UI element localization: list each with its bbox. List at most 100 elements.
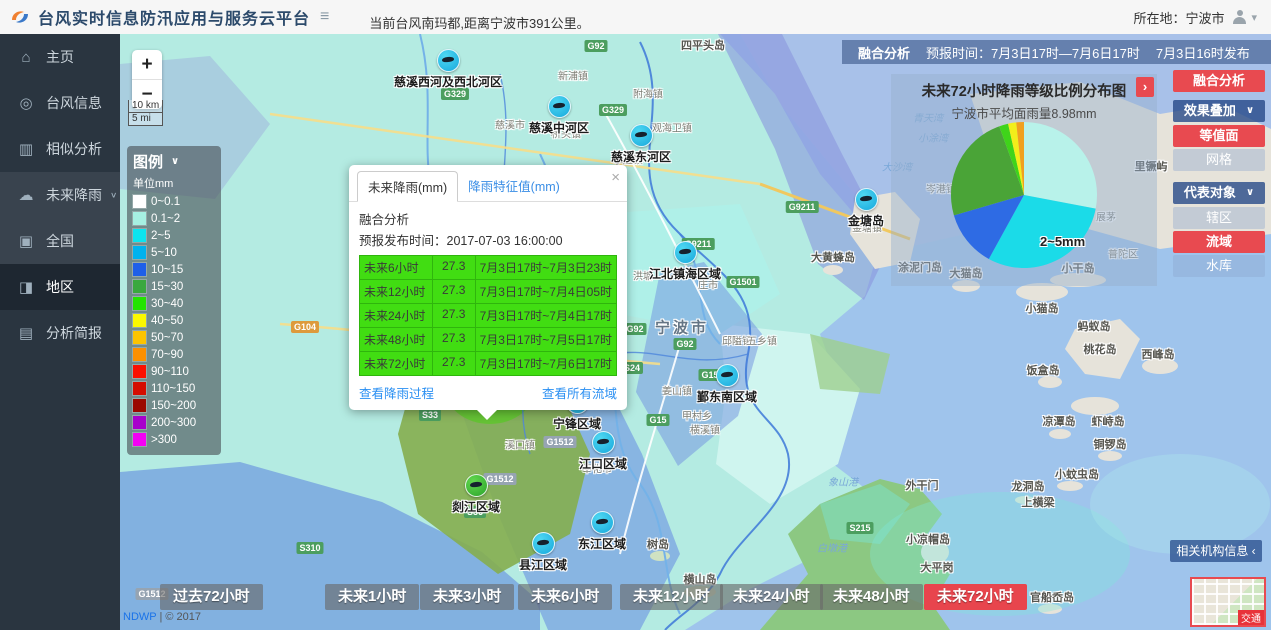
map-region-label: 金塘岛 <box>848 212 884 229</box>
range-cell: 7月3日17时~7月6日17时 <box>475 352 616 375</box>
sidebar-item-region-map[interactable]: ◨地区 <box>0 264 120 310</box>
layer-group-header[interactable]: 效果叠加∨ <box>1173 100 1265 122</box>
legend-header[interactable]: 图例 ∨ <box>133 151 215 172</box>
zoom-in-button[interactable]: + <box>132 50 162 80</box>
sidebar-item-rain-cloud[interactable]: ☁未来降雨∨ <box>0 172 120 218</box>
period-cell: 未来12小时 <box>360 280 432 303</box>
map-region-marker[interactable]: 剡江区域 <box>452 474 500 515</box>
time-button[interactable]: 未来12小时 <box>620 584 723 610</box>
popup-tab[interactable]: 降雨特征值(mm) <box>458 171 570 201</box>
basin-marker-icon[interactable] <box>673 241 696 264</box>
hamburger-icon[interactable]: ≡ <box>320 8 329 26</box>
legend-item: 70~90 <box>133 346 215 363</box>
basin-marker-icon[interactable] <box>629 124 652 147</box>
legend-item: 0~0.1 <box>133 193 215 210</box>
pie-slice[interactable] <box>1024 122 1097 209</box>
legend-item: 0.1~2 <box>133 210 215 227</box>
legend-range-label: 50~70 <box>151 332 183 344</box>
layer-group-header[interactable]: 代表对象∨ <box>1173 182 1265 204</box>
map-region-label: 慈溪西河及西北河区 <box>394 73 502 90</box>
location-label: 所在地：宁波市 <box>1133 8 1224 27</box>
map-region-marker[interactable]: 江口区域 <box>579 431 627 472</box>
basin-marker-icon[interactable] <box>531 532 554 555</box>
basin-marker-icon[interactable] <box>715 364 738 387</box>
header-right: 所在地：宁波市 ▾ <box>1133 8 1257 27</box>
rain-table: 未来6小时27.37月3日17时~7月3日23时未来12小时27.37月3日17… <box>359 255 617 376</box>
legend-swatch <box>133 229 146 242</box>
legend-range-label: >300 <box>151 434 177 446</box>
sidebar-item-label: 主页 <box>46 47 74 67</box>
legend-item: 5~10 <box>133 244 215 261</box>
value-cell: 27.3 <box>432 352 475 375</box>
basin-marker-icon[interactable] <box>547 95 570 118</box>
map-region-marker[interactable]: 慈溪中河区 <box>529 95 589 136</box>
map-region-marker[interactable]: 慈溪西河及西北河区 <box>394 49 502 90</box>
map-region-marker[interactable]: 鄞东南区域 <box>697 364 757 405</box>
basin-marker-icon[interactable] <box>436 49 459 72</box>
sidebar-item-typhoon[interactable]: ◎台风信息 <box>0 80 120 126</box>
time-button[interactable]: 未来3小时 <box>420 584 514 610</box>
forecast-info-bar: 融合分析 预报时间：7月3日17时—7月6日17时 7月3日16时发布 <box>842 40 1271 64</box>
basin-marker-icon[interactable] <box>854 188 877 211</box>
layer-toggle[interactable]: 等值面 <box>1173 125 1265 147</box>
typhoon-icon: ◎ <box>17 94 35 112</box>
view-rain-process-link[interactable]: 查看降雨过程 <box>359 383 434 402</box>
time-button[interactable]: 未来6小时 <box>518 584 612 610</box>
legend-range-label: 0.1~2 <box>151 213 180 225</box>
legend-range-label: 30~40 <box>151 298 183 310</box>
chevron-down-icon[interactable]: ▾ <box>1251 11 1257 24</box>
sidebar-item-china-map[interactable]: ▣全国 <box>0 218 120 264</box>
sidebar-item-home[interactable]: ⌂主页 <box>0 34 120 80</box>
layer-toggle[interactable]: 网格 <box>1173 149 1265 171</box>
basin-marker-icon[interactable] <box>464 474 487 497</box>
map-region-marker[interactable]: 慈溪东河区 <box>611 124 671 165</box>
time-button[interactable]: 未来1小时 <box>325 584 419 610</box>
table-row: 未来12小时27.37月3日17时~7月4日05时 <box>360 279 616 303</box>
org-info-button[interactable]: 相关机构信息 ‹ <box>1170 540 1262 562</box>
layer-toggle[interactable]: 水库 <box>1173 255 1265 277</box>
time-button[interactable]: 未来48小时 <box>820 584 923 610</box>
layer-group-title: 效果叠加 <box>1184 100 1236 122</box>
table-row: 未来24小时27.37月3日17时~7月4日17时 <box>360 303 616 327</box>
value-cell: 27.3 <box>432 256 475 279</box>
map-region-label: 江口区域 <box>579 455 627 472</box>
time-button[interactable]: 未来72小时 <box>924 584 1027 610</box>
close-icon[interactable]: × <box>611 169 620 186</box>
fusion-analysis-button[interactable]: 融合分析 <box>1173 70 1265 92</box>
sidebar-item-report[interactable]: ▤分析简报 <box>0 310 120 356</box>
map-region-marker[interactable]: 金塘岛 <box>848 188 884 229</box>
legend-range-label: 5~10 <box>151 247 177 259</box>
view-all-basins-link[interactable]: 查看所有流域 <box>542 383 617 402</box>
legend-item: 90~110 <box>133 363 215 380</box>
legend-swatch <box>133 416 146 429</box>
legend-swatch <box>133 382 146 395</box>
time-button[interactable]: 过去72小时 <box>160 584 263 610</box>
panel-expand-button[interactable]: › <box>1136 77 1154 97</box>
legend-swatch <box>133 314 146 327</box>
basin-marker-icon[interactable] <box>591 431 614 454</box>
ndwp-link[interactable]: NDWP <box>123 611 156 623</box>
legend-item: >300 <box>133 431 215 448</box>
layer-toggle[interactable]: 流域 <box>1173 231 1265 253</box>
legend-swatch <box>133 399 146 412</box>
legend-swatch <box>133 365 146 378</box>
layer-toggle[interactable]: 辖区 <box>1173 207 1265 229</box>
popup-tab[interactable]: 未来降雨(mm) <box>357 171 458 202</box>
user-icon[interactable] <box>1232 10 1247 24</box>
basin-marker-icon[interactable] <box>590 511 613 534</box>
report-icon: ▤ <box>17 324 35 342</box>
legend-item: 150~200 <box>133 397 215 414</box>
legend-title: 图例 <box>133 151 163 172</box>
map-region-marker[interactable]: 江北镇海区域 <box>649 241 721 282</box>
time-button[interactable]: 未来24小时 <box>720 584 823 610</box>
chevron-down-icon: ∨ <box>1246 182 1254 204</box>
map-region-label: 东江区域 <box>578 535 626 552</box>
sidebar-item-bar-chart[interactable]: ▥相似分析 <box>0 126 120 172</box>
map-region-marker[interactable]: 东江区域 <box>578 511 626 552</box>
traffic-minimap[interactable]: 交通 <box>1190 577 1266 627</box>
range-cell: 7月3日17时~7月5日17时 <box>475 328 616 351</box>
map-region-marker[interactable]: 县江区域 <box>519 532 567 573</box>
value-cell: 27.3 <box>432 280 475 303</box>
map-canvas[interactable]: 宁波市四平头岛里镢屿小猫岛蚂蚁岛桃花岛西峰岛饭盒岛凉潭岛虾峙岛铜锣岛小蚊虫岛龙洞… <box>120 34 1271 630</box>
range-cell: 7月3日17时~7月4日17时 <box>475 304 616 327</box>
